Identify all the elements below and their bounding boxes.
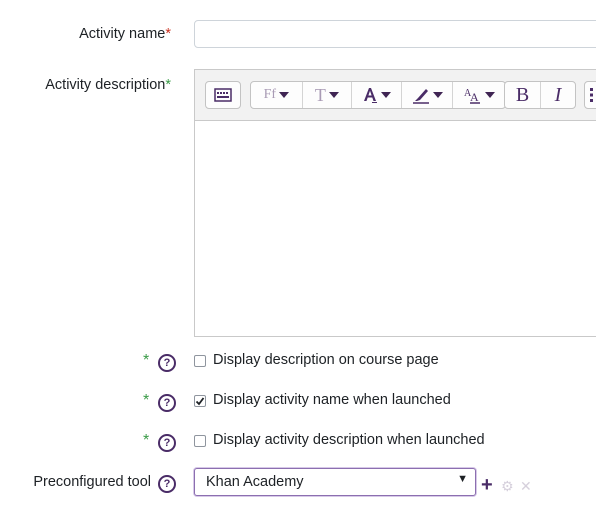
display-activity-description-label: Display activity description when launch…: [213, 432, 485, 448]
font-size-button[interactable]: T: [303, 82, 353, 108]
preconfigured-tool-selected: Khan Academy: [206, 474, 304, 490]
keyboard-icon: [214, 88, 232, 102]
preconfigured-tool-select[interactable]: Khan Academy ▼: [194, 468, 476, 496]
unordered-list-button[interactable]: [585, 82, 596, 108]
bold-icon: B: [515, 83, 530, 106]
activity-name-input[interactable]: [194, 20, 596, 48]
option-row-display-name: * ? Display activity name when launched: [0, 391, 596, 413]
advanced-star: *: [143, 352, 150, 369]
bold-button[interactable]: B: [505, 82, 541, 108]
text-color-icon: [364, 88, 377, 103]
help-icon[interactable]: ?: [158, 394, 176, 412]
gear-icon[interactable]: ⚙: [501, 477, 514, 495]
chevron-down-icon: [279, 92, 290, 98]
font-family-icon: Ff: [263, 87, 277, 102]
activity-description-editor[interactable]: Ff T A A B I: [194, 69, 596, 337]
editor-content-area[interactable]: [195, 121, 596, 336]
toolbar-group-basic: B I: [504, 81, 576, 109]
chevron-down-icon: [381, 92, 391, 98]
help-icon[interactable]: ?: [158, 475, 176, 493]
activity-description-label: Activity description*: [45, 77, 171, 93]
font-size-icon: T: [314, 84, 326, 105]
highlighter-icon: [412, 89, 429, 104]
option-row-display-description: * ? Display description on course page: [0, 351, 596, 373]
display-name-checkbox[interactable]: [194, 395, 206, 407]
toolbar-group-toggle: [205, 81, 241, 109]
activity-description-label-text: Activity description: [45, 77, 166, 93]
chevron-down-icon: [328, 92, 339, 98]
advanced-star: *: [143, 392, 150, 409]
style-button[interactable]: A A: [453, 82, 505, 108]
text-style-icon: A A: [464, 88, 480, 104]
text-color-button[interactable]: [352, 82, 402, 108]
chevron-down-icon: [484, 92, 495, 98]
toolbar-group-font: Ff T A A: [250, 81, 506, 109]
activity-name-label: Activity name*: [79, 26, 171, 42]
preconfigured-tool-label: Preconfigured tool: [33, 474, 151, 490]
option-row-display-activity-description: * ? Display activity description when la…: [0, 431, 596, 453]
dropdown-arrow-icon: ▼: [457, 473, 468, 485]
background-color-button[interactable]: [402, 82, 454, 108]
checkmark-icon: [195, 397, 205, 406]
close-icon[interactable]: ✕: [520, 477, 532, 495]
chevron-down-icon: [432, 92, 443, 98]
toolbar-group-list: [584, 81, 596, 109]
required-mark: *: [165, 77, 171, 93]
display-description-label: Display description on course page: [213, 352, 439, 368]
advanced-star: *: [143, 432, 150, 449]
help-icon[interactable]: ?: [158, 434, 176, 452]
display-activity-description-checkbox[interactable]: [194, 435, 206, 447]
svg-text:A: A: [470, 90, 479, 104]
activity-name-label-text: Activity name: [79, 26, 166, 42]
font-family-button[interactable]: Ff: [251, 82, 303, 108]
display-name-label: Display activity name when launched: [213, 392, 451, 408]
add-icon[interactable]: +: [481, 474, 493, 496]
italic-button[interactable]: I: [541, 82, 575, 108]
italic-icon: I: [554, 83, 562, 106]
show-more-buttons-button[interactable]: [206, 82, 240, 108]
editor-toolbar: Ff T A A B I: [195, 70, 596, 121]
display-description-checkbox[interactable]: [194, 355, 206, 367]
help-icon[interactable]: ?: [158, 354, 176, 372]
required-mark: *: [165, 26, 171, 42]
list-icon: [590, 88, 593, 102]
